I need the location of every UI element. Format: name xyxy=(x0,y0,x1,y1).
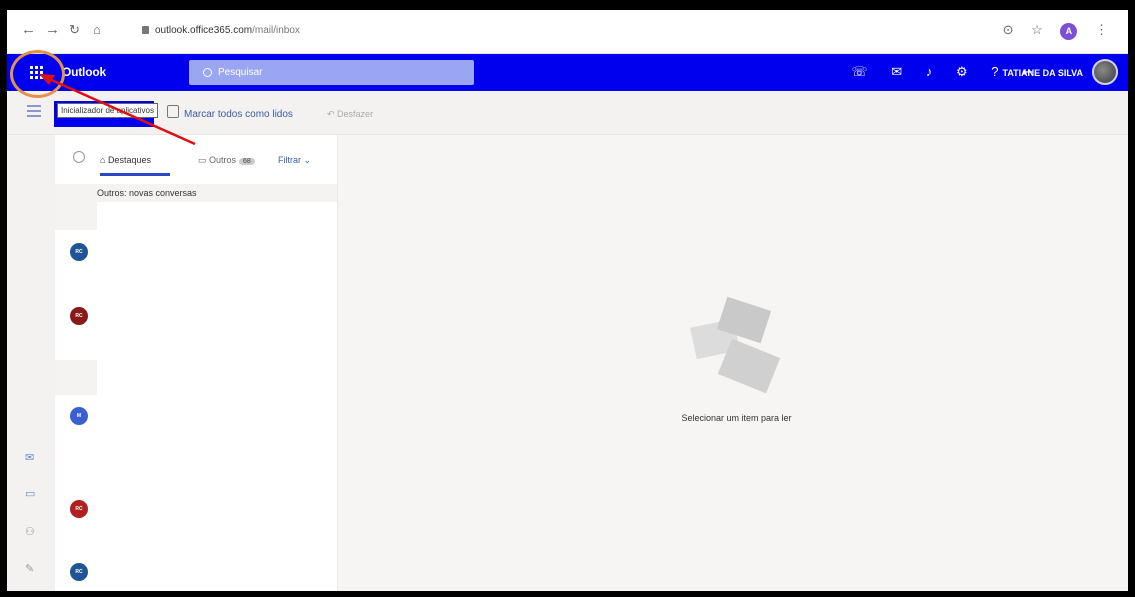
tab-focused-label: Destaques xyxy=(107,155,151,165)
tab-other-label: Outros xyxy=(209,155,237,165)
inbox-tabs: ⌂ Destaques ▭ Outros 68 Filtrar ⌄ xyxy=(55,135,337,180)
profile-avatar[interactable]: A xyxy=(1060,23,1078,40)
hamburger-icon[interactable] xyxy=(27,105,41,120)
message-list: ⌂ Destaques ▭ Outros 68 Filtrar ⌄ Outros:… xyxy=(55,135,338,591)
tracking-icon[interactable]: ⊙ xyxy=(1003,22,1014,37)
menu-icon[interactable]: ⋮ xyxy=(1095,22,1108,37)
section-header: Outros: novas conversas xyxy=(55,184,337,202)
search-icon xyxy=(203,68,212,77)
url-path: /mail/inbox xyxy=(252,25,300,36)
lock-icon xyxy=(142,26,149,35)
row-shade xyxy=(55,360,97,395)
tab-active-indicator xyxy=(100,173,170,176)
module-rail: ✉ ▭ ⚇ ✎ xyxy=(7,135,55,591)
bell-icon[interactable]: ♪ xyxy=(926,64,933,79)
outlook-header: Outlook Pesquisar ☏ ✉ ♪ ⚙ ? ⇷ TATIANE DA… xyxy=(7,54,1128,91)
sender-avatar[interactable]: RC xyxy=(70,563,88,581)
mark-read-icon xyxy=(167,105,179,118)
command-bar: Inicializador de aplicativos Marcar todo… xyxy=(7,91,1128,135)
filter-label: Filtrar xyxy=(278,155,301,165)
address-bar[interactable]: outlook.office365.com/mail/inbox xyxy=(142,21,572,41)
tooltip: Inicializador de aplicativos xyxy=(57,103,158,118)
sender-avatar[interactable]: RC xyxy=(70,243,88,261)
search-placeholder: Pesquisar xyxy=(218,67,263,78)
brand-title[interactable]: Outlook xyxy=(62,65,106,79)
attach-icon[interactable]: ✎ xyxy=(25,562,34,575)
browser-toolbar: ← → ↻ ⌂ outlook.office365.com/mail/inbox… xyxy=(7,10,1128,54)
sender-avatar[interactable]: RC xyxy=(70,307,88,325)
sender-avatar[interactable]: M xyxy=(70,407,88,425)
teams-icon[interactable]: ✉ xyxy=(891,64,902,80)
user-name[interactable]: TATIANE DA SILVA xyxy=(1003,68,1084,78)
avatar[interactable] xyxy=(1092,59,1118,85)
tab-other[interactable]: ▭ Outros 68 xyxy=(198,155,255,166)
calendar-icon[interactable]: ▭ xyxy=(25,487,35,500)
undo-button[interactable]: ↶ Desfazer xyxy=(327,109,373,120)
row-shade xyxy=(55,202,97,230)
forward-icon[interactable]: → xyxy=(45,22,60,38)
empty-state-text: Selecionar um item para ler xyxy=(681,413,792,423)
tab-focused[interactable]: ⌂ Destaques xyxy=(100,155,151,165)
undo-label: Desfazer xyxy=(337,109,374,119)
people-icon[interactable]: ⚇ xyxy=(25,525,35,538)
unread-badge: 68 xyxy=(239,158,255,165)
mark-all-read-button[interactable]: Marcar todos como lidos xyxy=(184,109,293,120)
mail-icon[interactable]: ✉ xyxy=(25,451,34,464)
star-icon[interactable]: ☆ xyxy=(1031,22,1043,37)
home-icon[interactable]: ⌂ xyxy=(93,22,101,38)
reading-pane: Selecionar um item para ler xyxy=(338,135,1128,591)
screenshot-frame: ← → ↻ ⌂ outlook.office365.com/mail/inbox… xyxy=(0,0,1135,597)
gear-icon[interactable]: ⚙ xyxy=(956,64,968,80)
select-all-checkbox[interactable] xyxy=(73,151,85,163)
back-icon[interactable]: ← xyxy=(21,22,36,38)
highlight-ring xyxy=(10,50,65,98)
browser-actions: ⊙ ☆ A ⋮ xyxy=(989,22,1108,40)
sender-avatar[interactable]: RC xyxy=(70,500,88,518)
help-icon[interactable]: ? xyxy=(991,64,998,79)
skype-icon[interactable]: ☏ xyxy=(851,64,867,80)
filter-button[interactable]: Filtrar ⌄ xyxy=(278,155,311,166)
reload-icon[interactable]: ↻ xyxy=(69,22,80,38)
url-host: outlook.office365.com xyxy=(155,25,253,36)
search-input[interactable]: Pesquisar xyxy=(189,60,474,85)
